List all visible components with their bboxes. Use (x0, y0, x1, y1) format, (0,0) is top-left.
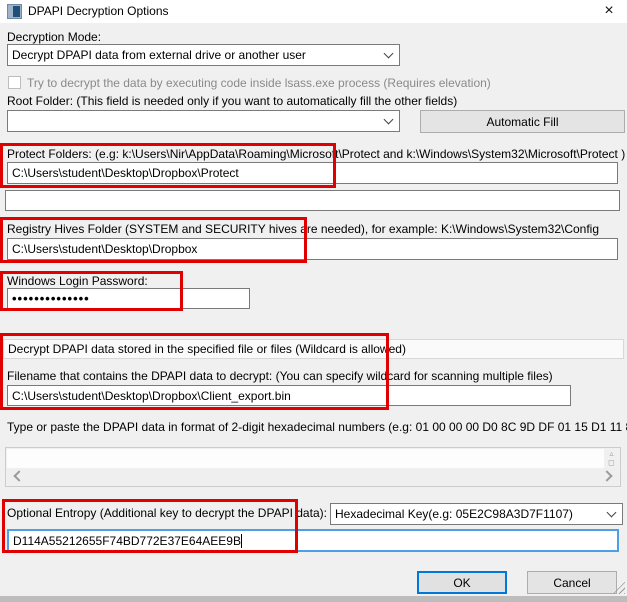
root-folder-label: Root Folder: (This field is needed only … (7, 94, 457, 108)
lsass-checkbox[interactable] (8, 76, 21, 89)
root-folder-combobox[interactable] (7, 110, 400, 132)
chevron-down-icon (384, 49, 394, 59)
ok-button[interactable]: OK (417, 571, 507, 594)
decryption-mode-select[interactable]: Decrypt DPAPI data from external drive o… (7, 44, 400, 66)
hex-data-label: Type or paste the DPAPI data in format o… (7, 420, 627, 434)
protect-folders-input-1[interactable] (7, 162, 618, 184)
file-section-header: Decrypt DPAPI data stored in the specifi… (3, 339, 624, 359)
vertical-scrollbar[interactable]: ▵◻ (604, 449, 619, 468)
optional-entropy-label: Optional Entropy (Additional key to decr… (7, 506, 327, 520)
hex-data-edit-area[interactable] (7, 449, 604, 468)
windows-login-password-label: Windows Login Password: (7, 274, 148, 288)
decryption-mode-label: Decryption Mode: (7, 30, 101, 44)
window-title: DPAPI Decryption Options (28, 4, 169, 18)
chevron-down-icon (607, 508, 617, 518)
app-icon (7, 4, 22, 19)
registry-hives-input[interactable] (7, 238, 618, 260)
entropy-input[interactable]: D114A55212655F74BD772E37E64AEE9B (7, 529, 619, 552)
cancel-button[interactable]: Cancel (527, 571, 617, 594)
text-caret (241, 534, 242, 548)
entropy-type-select[interactable]: Hexadecimal Key(e.g: 05E2C98A3D7F1107) (330, 503, 623, 525)
filename-label: Filename that contains the DPAPI data to… (7, 369, 553, 383)
filename-input[interactable] (7, 385, 571, 406)
protect-folders-input-2[interactable] (5, 190, 620, 211)
scroll-right-icon[interactable] (601, 470, 612, 481)
title-bar: DPAPI Decryption Options × (0, 0, 627, 23)
close-icon[interactable]: × (594, 0, 624, 23)
entropy-type-value: Hexadecimal Key(e.g: 05E2C98A3D7F1107) (335, 507, 573, 521)
lsass-checkbox-label: Try to decrypt the data by executing cod… (27, 76, 491, 90)
scroll-left-icon[interactable] (13, 470, 24, 481)
registry-hives-label: Registry Hives Folder (SYSTEM and SECURI… (7, 222, 599, 236)
protect-folders-label: Protect Folders: (e.g: k:\Users\Nir\AppD… (7, 147, 625, 161)
windows-login-password-input[interactable] (7, 288, 250, 309)
dpapi-decryption-options-dialog: DPAPI Decryption Options × Decryption Mo… (0, 0, 627, 602)
automatic-fill-button[interactable]: Automatic Fill (420, 110, 625, 133)
chevron-down-icon (384, 115, 394, 125)
hex-data-textarea[interactable]: ▵◻ (5, 447, 621, 487)
decryption-mode-value: Decrypt DPAPI data from external drive o… (12, 48, 306, 62)
horizontal-scrollbar[interactable] (7, 468, 619, 485)
entropy-value: D114A55212655F74BD772E37E64AEE9B (13, 534, 241, 548)
window-bottom-edge (0, 596, 627, 602)
